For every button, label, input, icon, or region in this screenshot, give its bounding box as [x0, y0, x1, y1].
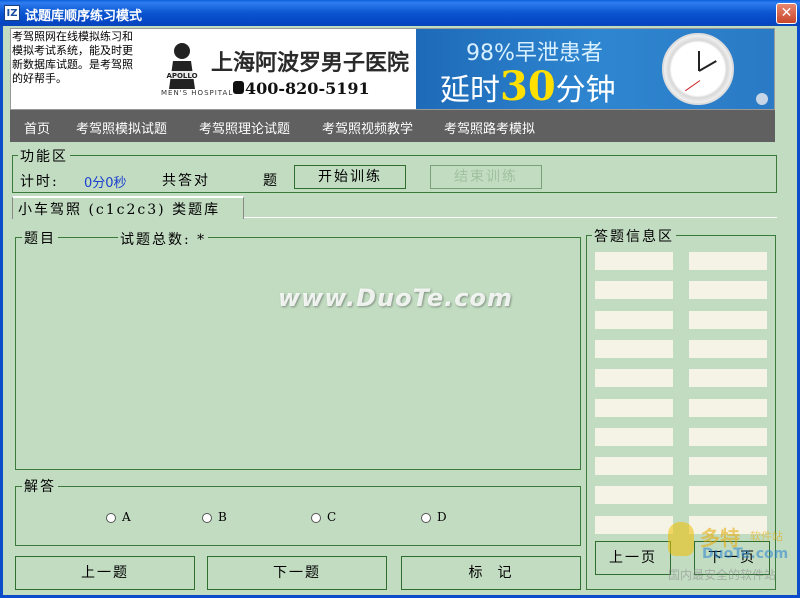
apollo-logo-icon: APOLLO	[165, 43, 199, 89]
option-d-radio[interactable]	[421, 513, 431, 523]
answer-info-cell[interactable]	[689, 457, 767, 475]
next-question-button[interactable]: 下一题	[207, 556, 387, 590]
answer-info-cell[interactable]	[595, 428, 673, 446]
answered-label: 共答对	[162, 173, 210, 189]
nav-bar: 首页 考驾照模拟试题 考驾照理论试题 考驾照视频教学 考驾照路考模拟	[10, 110, 775, 142]
clock-icon	[662, 33, 734, 105]
nav-item-home[interactable]: 首页	[24, 118, 50, 137]
hospital-phone: 400-820-5191	[245, 79, 370, 98]
paw-icon	[756, 93, 768, 105]
site-watermark: 多特 软件站 DuoTe.com 国内最安全的软件站	[660, 518, 796, 588]
mascot-icon	[668, 522, 694, 556]
hospital-english-name: MEN'S HOSPITAL	[161, 89, 234, 97]
svg-text:APOLLO: APOLLO	[166, 72, 197, 80]
question-area	[15, 237, 581, 470]
nav-item-video[interactable]: 考驾照视频教学	[322, 118, 413, 137]
option-a-label: A	[122, 510, 131, 524]
phone-icon	[233, 81, 244, 94]
answer-info-cell[interactable]	[689, 252, 767, 270]
timer-value: 0分0秒	[84, 176, 127, 191]
option-c-label: C	[327, 510, 337, 524]
timer-label: 计时:	[20, 174, 59, 190]
option-d-label: D	[437, 510, 447, 524]
question-total-label: 试题总数:	[120, 232, 191, 248]
answer-info-cell[interactable]	[689, 311, 767, 329]
title-bar: IZ 试题库顺序练习模式 ✕	[0, 0, 800, 26]
answer-info-cell[interactable]	[595, 252, 673, 270]
answered-unit: 题	[263, 173, 277, 189]
question-area-label: 题目	[22, 228, 58, 248]
answer-info-cell[interactable]	[689, 428, 767, 446]
ad-duration-text: 延时30分钟	[440, 63, 616, 110]
answer-info-cell[interactable]	[689, 486, 767, 504]
tab-car-license-bank[interactable]: 小车驾照 (c1c2c3) 类题库	[12, 196, 244, 219]
question-total-value: *	[197, 232, 207, 248]
close-button[interactable]: ✕	[776, 3, 797, 24]
option-c-radio[interactable]	[311, 513, 321, 523]
prev-question-button[interactable]: 上一题	[15, 556, 195, 590]
site-watermark-domain: DuoTe.com	[702, 546, 789, 562]
ad-duration-number: 30	[500, 63, 556, 110]
nav-item-mock-exam[interactable]: 考驾照模拟试题	[76, 118, 167, 137]
end-training-button[interactable]: 结束训练	[430, 165, 542, 189]
mark-button[interactable]: 标 记	[401, 556, 581, 590]
answer-info-cell[interactable]	[689, 369, 767, 387]
option-b-label: B	[218, 510, 227, 524]
site-watermark-tagline: 国内最安全的软件站	[668, 568, 777, 582]
hospital-name: 上海阿波罗男子医院	[211, 50, 410, 76]
ad-duration-prefix: 延时	[440, 73, 500, 108]
answer-info-cell[interactable]	[689, 340, 767, 358]
answer-info-cell[interactable]	[689, 399, 767, 417]
ad-banner[interactable]: 考驾照网在线模拟练习和模拟考试系统，能及时更新数据库试题。是考驾照的好帮手。 A…	[10, 28, 775, 110]
option-a-radio[interactable]	[106, 513, 116, 523]
banner-intro-text: 考驾照网在线模拟练习和模拟考试系统，能及时更新数据库试题。是考驾照的好帮手。	[12, 30, 133, 85]
function-area-label: 功能区	[18, 146, 70, 166]
answer-info-cell[interactable]	[595, 340, 673, 358]
window-title: 试题库顺序练习模式	[25, 9, 143, 24]
answer-info-cell[interactable]	[595, 369, 673, 387]
promo-ad[interactable]: 98%早泄患者 延时30分钟	[416, 29, 774, 110]
answer-info-cell[interactable]	[595, 399, 673, 417]
site-watermark-suffix: 软件站	[750, 530, 783, 543]
duote-watermark: www.DuoTe.com	[278, 284, 513, 312]
nav-item-theory[interactable]: 考驾照理论试题	[199, 118, 290, 137]
answer-info-cell[interactable]	[595, 457, 673, 475]
answer-info-cell[interactable]	[595, 281, 673, 299]
answer-area-label: 解答	[22, 476, 58, 496]
tab-strip: 小车驾照 (c1c2c3) 类题库	[12, 196, 777, 219]
nav-item-road-test[interactable]: 考驾照路考模拟	[444, 118, 535, 137]
answer-info-cell[interactable]	[689, 281, 767, 299]
option-b-radio[interactable]	[202, 513, 212, 523]
answer-area	[15, 486, 581, 546]
ad-duration-suffix: 分钟	[555, 73, 616, 108]
app-icon: IZ	[4, 5, 20, 21]
info-area-label: 答题信息区	[592, 226, 676, 246]
question-total: 试题总数: *	[118, 229, 209, 249]
start-training-button[interactable]: 开始训练	[294, 165, 406, 189]
hospital-ad[interactable]: APOLLO MEN'S HOSPITAL 上海阿波罗男子医院 400-820-…	[149, 29, 425, 109]
answer-info-cell[interactable]	[595, 486, 673, 504]
answer-info-cell[interactable]	[595, 311, 673, 329]
